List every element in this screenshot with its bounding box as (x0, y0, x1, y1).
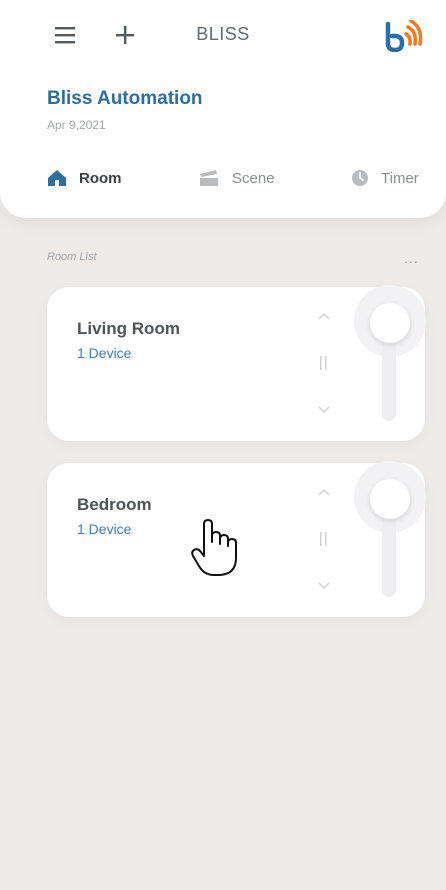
app-title: Bliss Automation (47, 88, 203, 109)
app-date: Apr 9,2021 (47, 118, 106, 132)
scene-icon (200, 170, 218, 186)
room-name: Living Room (77, 319, 180, 338)
brightness-slider-knob[interactable] (370, 303, 410, 343)
room-device-count[interactable]: 1 Device (77, 521, 131, 537)
header-card: BLISS Bliss Automation Apr 9,2021 Room S… (0, 0, 446, 218)
tab-room[interactable]: Room (47, 166, 122, 190)
hand-cursor-icon (191, 519, 237, 576)
tab-timer-label: Timer (381, 169, 419, 187)
room-device-count[interactable]: 1 Device (77, 345, 131, 361)
tab-scene[interactable]: Scene (198, 166, 275, 190)
chevron-down-icon[interactable] (317, 581, 331, 591)
room-card-living-room[interactable]: Living Room 1 Device (47, 285, 426, 441)
more-options-button[interactable]: ... (404, 250, 419, 266)
chevron-up-icon[interactable] (317, 487, 331, 497)
room-list-label: Room List (47, 251, 97, 263)
chevron-up-icon[interactable] (317, 311, 331, 321)
app-header-title: BLISS (196, 24, 250, 44)
home-icon (48, 170, 66, 186)
brightness-slider-knob[interactable] (370, 479, 410, 519)
chevron-down-icon[interactable] (317, 405, 331, 415)
room-name: Bedroom (77, 495, 152, 514)
tab-timer[interactable]: Timer (351, 166, 419, 190)
pause-icon[interactable] (319, 356, 329, 370)
tab-room-label: Room (79, 169, 122, 187)
bliss-logo-icon (385, 20, 423, 52)
tab-scene-label: Scene (232, 169, 275, 187)
clock-icon (352, 170, 368, 186)
pause-icon[interactable] (319, 532, 329, 546)
